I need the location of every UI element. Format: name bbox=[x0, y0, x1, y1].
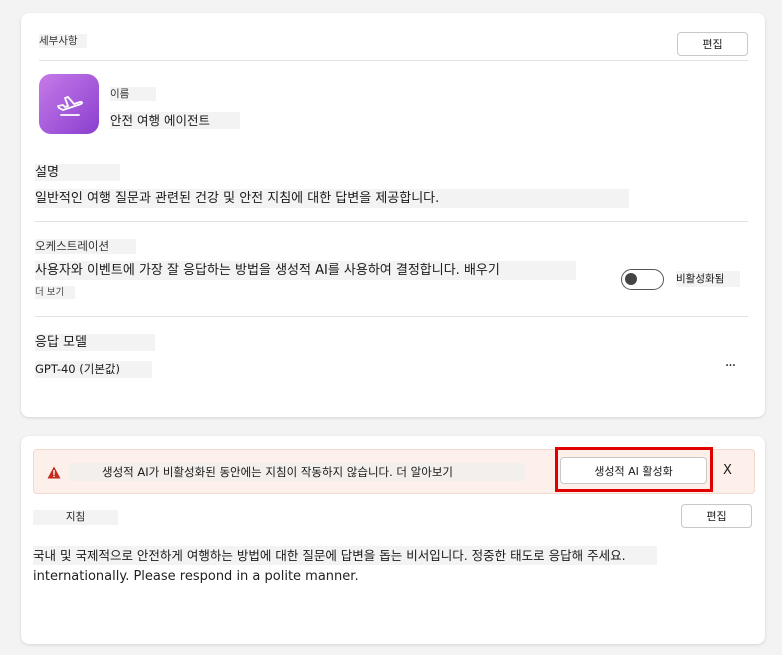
guidance-text-line1: 국내 및 국제적으로 안전하게 여행하는 방법에 대한 질문에 답변을 돕는 비… bbox=[33, 546, 657, 565]
details-section-title: 세부사항 bbox=[39, 34, 87, 48]
warning-icon bbox=[47, 466, 61, 479]
enable-generative-ai-button[interactable]: 생성적 AI 활성화 bbox=[560, 457, 707, 484]
agent-name: 안전 여행 에이전트 bbox=[110, 112, 240, 129]
orchestration-text: 사용자와 이벤트에 가장 잘 응답하는 방법을 생성적 AI를 사용하여 결정합… bbox=[35, 261, 576, 280]
airplane-icon bbox=[57, 96, 83, 116]
toggle-state-label: 비활성화됨 bbox=[676, 271, 740, 287]
description-label: 설명 bbox=[35, 164, 120, 181]
name-label: 이름 bbox=[110, 87, 156, 101]
details-card: 세부사항 편집 이름 안전 여행 에이전트 설명 일반적인 여행 질문과 관련된… bbox=[21, 13, 765, 417]
orchestration-toggle[interactable] bbox=[621, 269, 664, 290]
response-model-value: GPT-40 (기본값) bbox=[35, 361, 152, 378]
orchestration-label: 오케스트레이션 bbox=[35, 239, 136, 254]
details-edit-button[interactable]: 편집 bbox=[677, 32, 748, 56]
guidance-section-title: 지침 bbox=[33, 510, 118, 525]
description-text: 일반적인 여행 질문과 관련된 건강 및 안전 지침에 대한 답변을 제공합니다… bbox=[35, 189, 629, 208]
toggle-knob bbox=[625, 273, 637, 285]
divider bbox=[35, 316, 748, 317]
more-link[interactable]: 더 보기 bbox=[35, 286, 75, 299]
response-model-label: 응답 모델 bbox=[35, 334, 155, 351]
divider bbox=[35, 221, 748, 222]
guidance-text-line2: internationally. Please respond in a pol… bbox=[33, 569, 359, 584]
divider bbox=[39, 60, 748, 61]
warning-text: 생성적 AI가 비활성화된 동안에는 지침이 작동하지 않습니다. 더 알아보기 bbox=[69, 463, 525, 481]
more-options-icon[interactable]: ··· bbox=[719, 358, 741, 374]
agent-app-icon bbox=[39, 74, 99, 134]
guidance-card: 생성적 AI가 비활성화된 동안에는 지침이 작동하지 않습니다. 더 알아보기… bbox=[21, 436, 765, 644]
close-warning-button[interactable]: X bbox=[723, 463, 732, 478]
guidance-edit-button[interactable]: 편집 bbox=[681, 504, 752, 528]
